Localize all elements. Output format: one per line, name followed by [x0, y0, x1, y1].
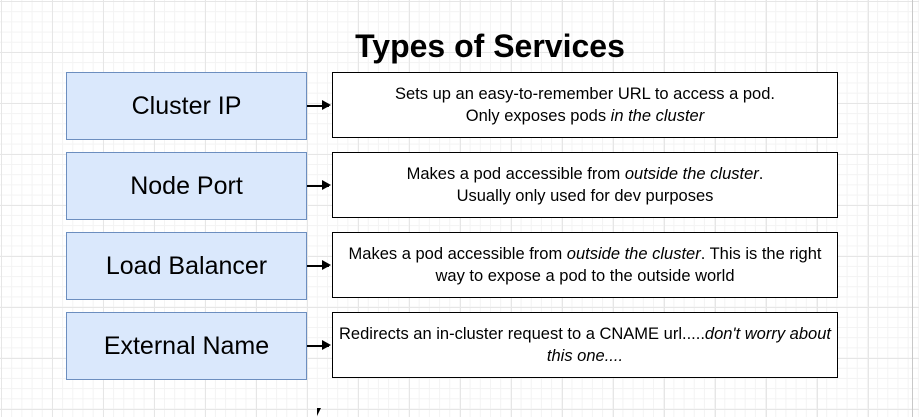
service-description-box[interactable]: Makes a pod accessible from outside the …: [332, 152, 838, 218]
description-text: Makes a pod accessible from: [406, 165, 625, 183]
description-text: Makes a pod accessible from: [348, 245, 567, 263]
service-row: External Name Redirects an in-cluster re…: [66, 312, 841, 380]
service-description: Makes a pod accessible from outside the …: [407, 163, 764, 207]
service-row: Cluster IP Sets up an easy-to-remember U…: [66, 72, 841, 140]
diagram-title: Types of Services: [355, 28, 625, 64]
description-text: Redirects an in-cluster request to a CNA…: [339, 325, 705, 343]
arrow-right-icon: [307, 181, 331, 189]
service-description: Makes a pod accessible from outside the …: [339, 243, 831, 287]
service-description: Redirects an in-cluster request to a CNA…: [339, 323, 831, 367]
canvas-edge: [912, 0, 913, 417]
service-name: Load Balancer: [105, 251, 268, 280]
service-name: Cluster IP: [131, 91, 242, 120]
arrow-right-icon: [307, 101, 331, 109]
service-description-box[interactable]: Makes a pod accessible from outside the …: [332, 232, 838, 298]
emphasis-text: outside the cluster: [624, 165, 759, 183]
service-row: Node Port Makes a pod accessible from ou…: [66, 152, 841, 220]
service-description-box[interactable]: Sets up an easy-to-remember URL to acces…: [332, 72, 838, 138]
service-name-box[interactable]: External Name: [66, 312, 307, 380]
service-name: Node Port: [130, 171, 243, 200]
emphasis-text: outside the cluster: [566, 245, 701, 263]
service-name-box[interactable]: Node Port: [66, 152, 307, 220]
service-description: Sets up an easy-to-remember URL to acces…: [395, 83, 775, 127]
description-text: Usually only used for dev purposes: [456, 187, 714, 205]
service-name: External Name: [103, 331, 270, 360]
emphasis-text: in the cluster: [610, 107, 705, 125]
service-row: Load Balancer Makes a pod accessible fro…: [66, 232, 841, 300]
description-text: Only exposes pods: [465, 107, 611, 125]
service-name-box[interactable]: Cluster IP: [66, 72, 307, 140]
mouse-cursor-icon: [317, 408, 321, 416]
description-text: Sets up an easy-to-remember URL to acces…: [395, 85, 775, 103]
arrow-right-icon: [307, 261, 331, 269]
service-name-box[interactable]: Load Balancer: [66, 232, 307, 300]
service-description-box[interactable]: Redirects an in-cluster request to a CNA…: [332, 312, 838, 378]
arrow-right-icon: [307, 341, 331, 349]
description-text: .: [758, 165, 764, 183]
